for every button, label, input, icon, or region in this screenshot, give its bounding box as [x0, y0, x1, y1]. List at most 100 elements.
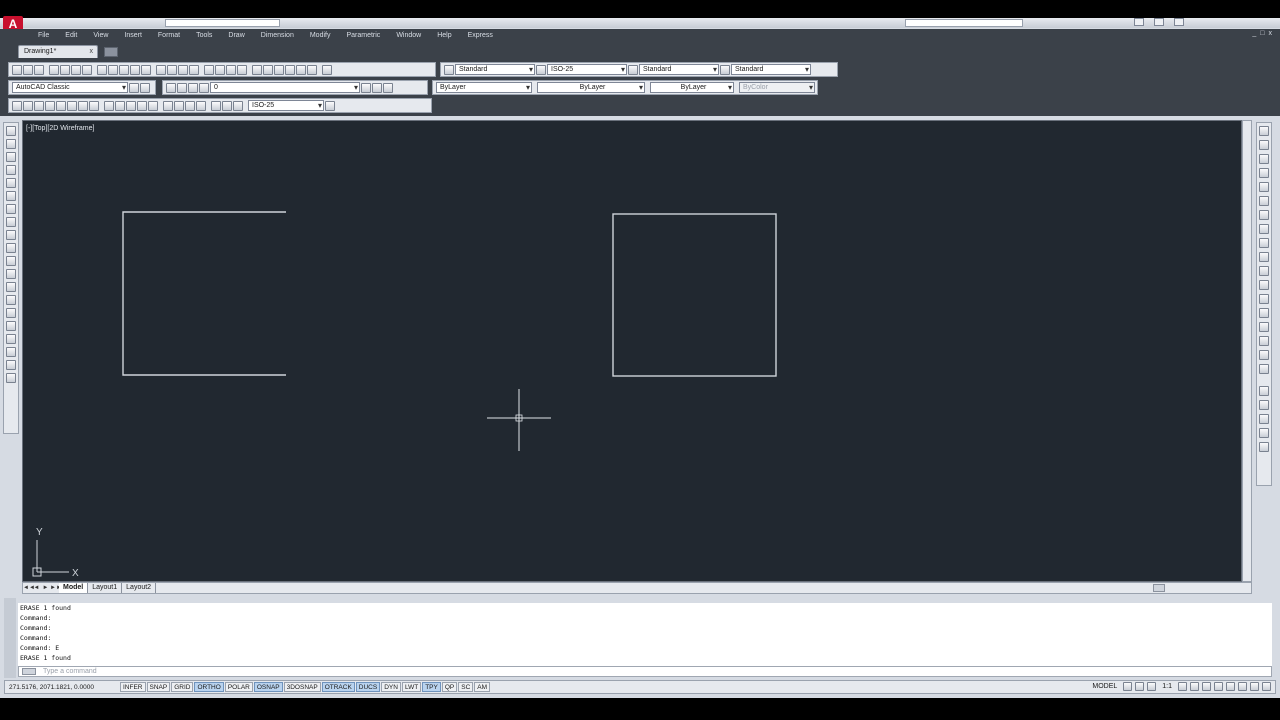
zoom-realtime-icon[interactable]: [215, 64, 225, 75]
ellipse-icon[interactable]: [6, 243, 16, 253]
drawing-close-button[interactable]: x: [1269, 30, 1273, 37]
vertical-scrollbar[interactable]: [1242, 120, 1252, 582]
toggle-ducs[interactable]: DUCS: [355, 682, 381, 692]
spline-icon[interactable]: [6, 230, 16, 240]
redo-icon[interactable]: [178, 64, 188, 75]
hatch-icon[interactable]: [6, 308, 16, 318]
hardware-acceleration-icon[interactable]: [1226, 682, 1235, 691]
properties-icon[interactable]: [252, 64, 262, 75]
toggle-sc[interactable]: SC: [458, 682, 474, 692]
drawing-restore-button[interactable]: □: [1260, 30, 1264, 37]
match-properties-icon[interactable]: [130, 64, 140, 75]
dim-style-toolbar-select[interactable]: ISO-25: [248, 100, 324, 111]
draw-order-icon[interactable]: [1259, 386, 1269, 396]
toggle-dyn[interactable]: DYN: [381, 682, 401, 692]
point-icon[interactable]: [6, 295, 16, 305]
stretch-icon[interactable]: [1259, 238, 1269, 248]
send-to-back-icon[interactable]: [1259, 414, 1269, 424]
toggle-grid[interactable]: GRID: [171, 682, 194, 692]
menu-draw[interactable]: Draw: [228, 32, 244, 39]
toggle-am[interactable]: AM: [474, 682, 491, 692]
quickcalc-icon[interactable]: [307, 64, 317, 75]
status-menu-icon[interactable]: [1250, 682, 1259, 691]
quick-dim-icon[interactable]: [104, 100, 114, 111]
polyline-icon[interactable]: [6, 152, 16, 162]
jogged-linear-icon[interactable]: [196, 100, 206, 111]
jogged-dim-icon[interactable]: [67, 100, 77, 111]
text-style-select[interactable]: Standard: [455, 64, 535, 75]
isolate-objects-icon[interactable]: [1238, 682, 1247, 691]
continue-dim-icon[interactable]: [126, 100, 136, 111]
construction-line-icon[interactable]: [6, 139, 16, 149]
erase-icon[interactable]: [1259, 126, 1269, 136]
copy-icon[interactable]: [108, 64, 118, 75]
join-icon[interactable]: [1259, 308, 1269, 318]
lock-icon[interactable]: [1214, 682, 1223, 691]
3d-dwf-icon[interactable]: [82, 64, 92, 75]
annotation-visibility-icon[interactable]: [1178, 682, 1187, 691]
center-mark-icon[interactable]: [174, 100, 184, 111]
coordinate-readout[interactable]: 271.5176, 2071.1821, 0.0000: [5, 684, 120, 691]
table-style-select[interactable]: Standard: [639, 64, 719, 75]
toggle-polar[interactable]: POLAR: [224, 682, 253, 692]
menu-parametric[interactable]: Parametric: [346, 32, 380, 39]
table-icon[interactable]: [6, 347, 16, 357]
dim-break-icon[interactable]: [148, 100, 158, 111]
rotate-icon[interactable]: [1259, 210, 1269, 220]
toggle-lwt[interactable]: LWT: [401, 682, 422, 692]
inspection-icon[interactable]: [185, 100, 195, 111]
menu-help[interactable]: Help: [437, 32, 451, 39]
markup-icon[interactable]: [296, 64, 306, 75]
toggle-ortho[interactable]: ORTHO: [194, 682, 224, 692]
pan-icon[interactable]: [204, 64, 214, 75]
dim-style-select[interactable]: ISO-25: [547, 64, 627, 75]
revision-cloud-icon[interactable]: [6, 217, 16, 227]
gradient-icon[interactable]: [6, 321, 16, 331]
annotation-scale-icon[interactable]: [1147, 682, 1157, 691]
model-space-button[interactable]: MODEL: [1089, 683, 1120, 690]
dim-style-icon[interactable]: [536, 64, 546, 75]
menu-insert[interactable]: Insert: [124, 32, 142, 39]
menu-file[interactable]: File: [38, 32, 49, 39]
lineweight-control-select[interactable]: ByLayer: [650, 82, 734, 93]
offset-icon[interactable]: [1259, 168, 1269, 178]
make-block-icon[interactable]: [6, 282, 16, 292]
multileader-style-select[interactable]: Standard: [731, 64, 811, 75]
angular-dim-icon[interactable]: [89, 100, 99, 111]
toggle-tpy[interactable]: TPY: [422, 682, 441, 692]
aligned-dim-icon[interactable]: [23, 100, 33, 111]
layer-properties-icon[interactable]: [166, 82, 176, 93]
menu-view[interactable]: View: [93, 32, 108, 39]
line-icon[interactable]: [6, 126, 16, 136]
mirror-icon[interactable]: [1259, 154, 1269, 164]
bring-to-front-icon[interactable]: [1259, 400, 1269, 410]
maximize-button[interactable]: [1154, 18, 1164, 26]
drawing-viewport[interactable]: [-][Top][2D Wireframe] Y X: [22, 120, 1242, 582]
command-input[interactable]: Type a command: [18, 666, 1272, 677]
diameter-dim-icon[interactable]: [78, 100, 88, 111]
menu-modify[interactable]: Modify: [310, 32, 331, 39]
cut-icon[interactable]: [97, 64, 107, 75]
chamfer-icon[interactable]: [1259, 322, 1269, 332]
horizontal-scrollbar-thumb[interactable]: [1153, 584, 1165, 592]
open-rectangle-geometry[interactable]: [122, 211, 286, 376]
command-customize-icon[interactable]: [22, 668, 36, 675]
tab-layout2[interactable]: Layout2: [122, 583, 157, 593]
help-search-input[interactable]: [905, 19, 1023, 27]
tool-palettes-icon[interactable]: [274, 64, 284, 75]
toggle-infer[interactable]: INFER: [120, 682, 146, 692]
help-icon[interactable]: [322, 64, 332, 75]
quick-view-layouts-icon[interactable]: [1123, 682, 1133, 691]
zoom-window-icon[interactable]: [226, 64, 236, 75]
dim-space-icon[interactable]: [137, 100, 147, 111]
layer-select[interactable]: 0: [210, 82, 360, 93]
quick-view-drawings-icon[interactable]: [1135, 682, 1145, 691]
text-style-icon[interactable]: [444, 64, 454, 75]
tolerance-icon[interactable]: [163, 100, 173, 111]
dim-edit-icon[interactable]: [211, 100, 221, 111]
dim-text-edit-icon[interactable]: [222, 100, 232, 111]
previous-layout-arrow-icon[interactable]: ◄: [32, 585, 41, 591]
block-editor-icon[interactable]: [141, 64, 151, 75]
minimize-button[interactable]: [1134, 18, 1144, 26]
workspace-switching-icon[interactable]: [1202, 682, 1211, 691]
